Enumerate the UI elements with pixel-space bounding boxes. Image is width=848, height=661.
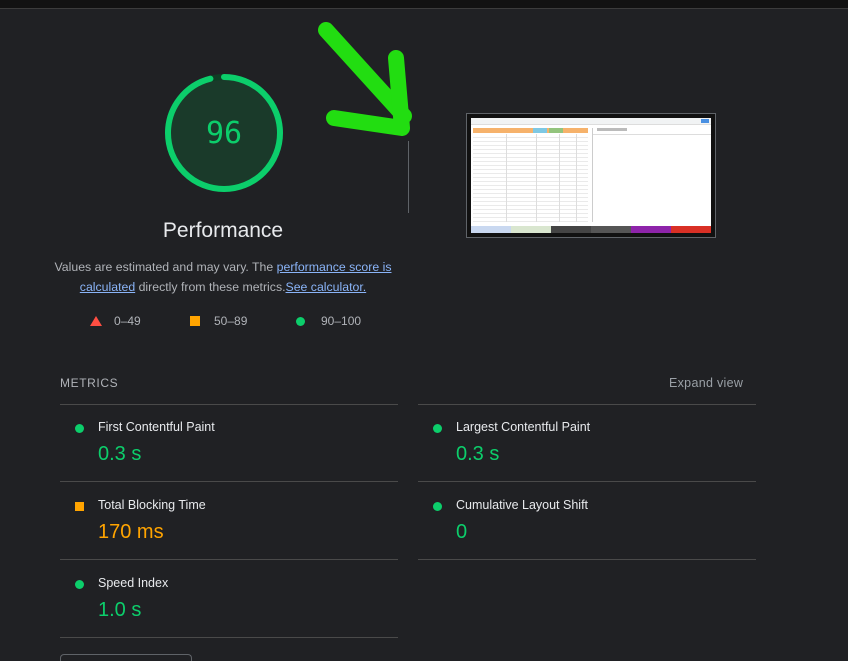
metrics-divider <box>60 481 398 482</box>
legend-item-pass: 90–100 <box>296 314 361 328</box>
metrics-heading: METRICS <box>60 376 119 390</box>
metric-label: Speed Index <box>98 576 169 590</box>
triangle-icon <box>90 316 102 326</box>
metrics-divider <box>418 481 756 482</box>
average-square-icon <box>75 502 84 511</box>
pass-circle-icon <box>433 424 442 433</box>
vertical-divider <box>408 141 409 213</box>
description-prefix: Values are estimated and may vary. The <box>54 260 277 274</box>
metric-label: First Contentful Paint <box>98 420 215 434</box>
metric-total-blocking-time: Total Blocking Time 170 ms <box>60 483 398 561</box>
pass-circle-icon <box>75 580 84 589</box>
metric-value: 0.3 s <box>456 443 500 465</box>
final-screenshot-thumbnail[interactable] <box>466 113 716 238</box>
top-bar <box>0 0 848 9</box>
metric-label: Cumulative Layout Shift <box>456 498 589 512</box>
metric-label: Largest Contentful Paint <box>456 420 591 434</box>
gauge-score: 96 <box>205 115 243 151</box>
expand-view-button[interactable]: Expand view <box>669 376 743 390</box>
metrics-divider <box>418 559 756 560</box>
legend-item-fail: 0–49 <box>90 314 141 328</box>
screenshot-image <box>471 118 711 233</box>
see-calculator-link[interactable]: See calculator. <box>286 280 367 294</box>
metric-value: 170 ms <box>98 521 164 543</box>
circle-icon <box>296 316 305 326</box>
metric-speed-index: Speed Index 1.0 s <box>60 561 398 639</box>
score-description: Values are estimated and may vary. The p… <box>52 257 394 297</box>
metric-first-contentful-paint: First Contentful Paint 0.3 s <box>60 405 398 483</box>
pass-circle-icon <box>75 424 84 433</box>
metrics-divider <box>60 637 398 638</box>
metrics-divider <box>60 559 398 560</box>
square-icon <box>190 316 200 326</box>
legend-range: 0–49 <box>114 314 141 328</box>
description-middle: directly from these metrics. <box>135 280 286 294</box>
metric-value: 0 <box>456 521 468 543</box>
annotation-arrow-icon <box>318 22 412 136</box>
gauge-title: Performance <box>162 219 284 242</box>
legend-item-average: 50–89 <box>190 314 247 328</box>
metric-cumulative-layout-shift: Cumulative Layout Shift 0 <box>418 483 756 561</box>
legend-range: 90–100 <box>321 314 362 328</box>
metric-value: 0.3 s <box>98 443 142 465</box>
metric-largest-contentful-paint: Largest Contentful Paint 0.3 s <box>418 405 756 483</box>
metric-value: 1.0 s <box>98 599 142 621</box>
pass-circle-icon <box>433 502 442 511</box>
view-treemap-button[interactable] <box>60 654 192 661</box>
metric-label: Total Blocking Time <box>98 498 206 512</box>
performance-gauge[interactable]: 96 <box>163 72 285 194</box>
legend-range: 50–89 <box>214 314 248 328</box>
